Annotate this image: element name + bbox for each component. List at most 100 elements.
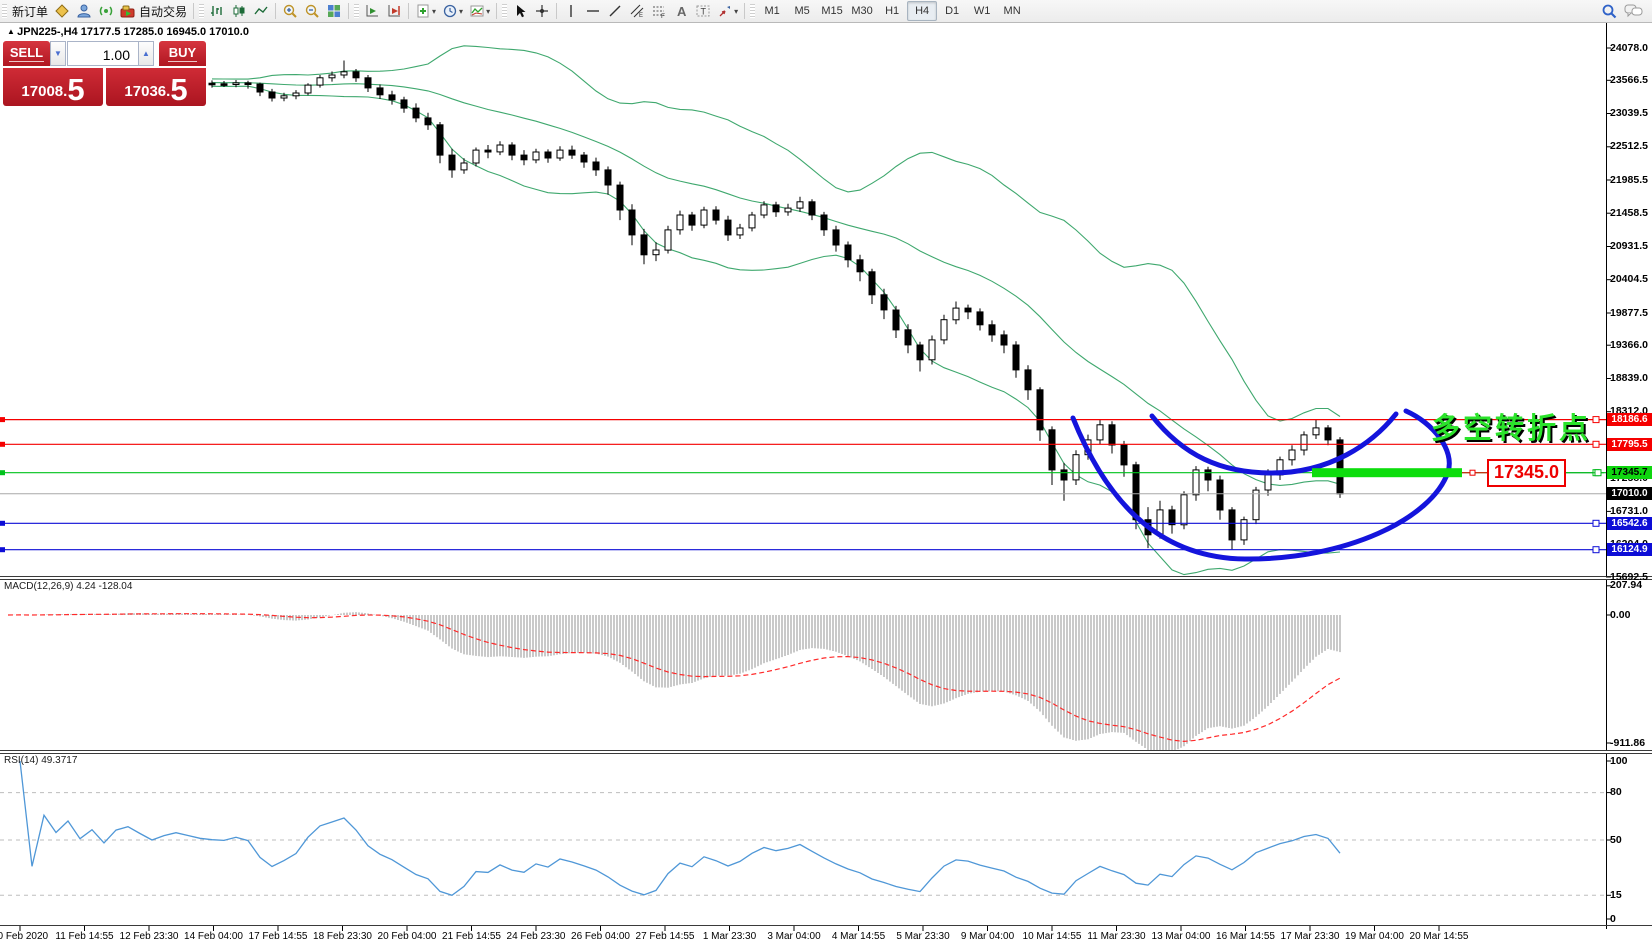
rsi-tick-label: 0 bbox=[1610, 913, 1652, 926]
chevron-down-icon: ▾ bbox=[432, 7, 436, 16]
timeframe-m5[interactable]: M5 bbox=[787, 1, 817, 21]
time-axis-label: 21 Feb 14:55 bbox=[442, 931, 501, 942]
price-tick-label: 19366.0 bbox=[1610, 339, 1652, 352]
level-price-tag[interactable]: 16542.6 bbox=[1607, 517, 1652, 530]
auto-scroll-icon[interactable] bbox=[361, 1, 383, 21]
accounts-icon[interactable] bbox=[73, 1, 95, 21]
timeframe-w1[interactable]: W1 bbox=[967, 1, 997, 21]
level-price-tag[interactable]: 17345.7 bbox=[1607, 466, 1652, 479]
time-axis-label: 16 Mar 14:55 bbox=[1216, 931, 1275, 942]
equidistant-channel-tool[interactable]: E bbox=[626, 1, 648, 21]
line-chart-icon[interactable] bbox=[250, 1, 272, 21]
price-tick-label: 23039.5 bbox=[1610, 107, 1652, 120]
volume-decrease-button[interactable]: ▼ bbox=[50, 41, 66, 66]
level-price-tag[interactable]: 16124.9 bbox=[1607, 543, 1652, 556]
svg-text:E: E bbox=[639, 13, 643, 19]
chat-icon[interactable] bbox=[1621, 1, 1646, 21]
time-axis-label: 10 Mar 14:55 bbox=[1023, 931, 1082, 942]
timeframe-m1[interactable]: M1 bbox=[757, 1, 787, 21]
bar-chart-icon[interactable] bbox=[206, 1, 228, 21]
one-click-trading-panel: SELL ▼ ▲ BUY 17008.5 17036.5 bbox=[3, 41, 206, 106]
time-axis-label: 17 Feb 14:55 bbox=[249, 931, 308, 942]
time-axis-label: 1 Mar 23:30 bbox=[703, 931, 756, 942]
search-icon[interactable] bbox=[1598, 1, 1621, 21]
candlestick-chart-icon[interactable] bbox=[228, 1, 250, 21]
new-order-button[interactable]: 新订单 bbox=[9, 1, 51, 21]
vertical-line-tool[interactable] bbox=[560, 1, 582, 21]
time-axis-label: 13 Mar 04:00 bbox=[1152, 931, 1211, 942]
chart-title: ▲ JPN225-,H4 17177.5 17285.0 16945.0 170… bbox=[7, 26, 249, 38]
auto-trading-icon bbox=[120, 3, 136, 19]
price-tick-label: 21985.5 bbox=[1610, 174, 1652, 187]
price-tick-label: 18839.0 bbox=[1610, 372, 1652, 385]
main-toolbar: 新订单 自动交易 ▾ ▾ ▾ E F A T ▾ M bbox=[0, 0, 1652, 23]
price-callout-box[interactable]: 17345.0 bbox=[1487, 459, 1566, 487]
zoom-in-icon[interactable] bbox=[279, 1, 301, 21]
macd-panel-area[interactable] bbox=[0, 579, 1606, 750]
timeframe-mn[interactable]: MN bbox=[997, 1, 1027, 21]
time-axis-label: 19 Mar 04:00 bbox=[1345, 931, 1404, 942]
rsi-tick-label: 80 bbox=[1610, 786, 1652, 799]
arrows-tool[interactable]: ▾ bbox=[714, 1, 741, 21]
tile-windows-icon[interactable] bbox=[323, 1, 345, 21]
timeframe-d1[interactable]: D1 bbox=[937, 1, 967, 21]
macd-tick-label: 0.00 bbox=[1610, 609, 1652, 622]
time-axis-label: 26 Feb 04:00 bbox=[571, 931, 630, 942]
time-axis-label: 10 Feb 2020 bbox=[0, 931, 48, 942]
svg-text:T: T bbox=[701, 7, 707, 17]
text-label-tool[interactable]: T bbox=[692, 1, 714, 21]
timeframe-m30[interactable]: M30 bbox=[847, 1, 877, 21]
svg-text:F: F bbox=[661, 13, 665, 19]
price-tick-label: 20404.5 bbox=[1610, 273, 1652, 286]
timeframe-h1[interactable]: H1 bbox=[877, 1, 907, 21]
main-chart-area[interactable] bbox=[0, 23, 1606, 576]
symbol-triangle-icon: ▲ bbox=[7, 27, 17, 36]
horizontal-line-tool[interactable] bbox=[582, 1, 604, 21]
buy-price[interactable]: 17036.5 bbox=[106, 68, 206, 106]
level-price-tag[interactable]: 18186.6 bbox=[1607, 413, 1652, 426]
toolbar-grip bbox=[2, 4, 7, 18]
auto-trading-button[interactable]: 自动交易 bbox=[117, 1, 190, 21]
price-tick-label: 21458.5 bbox=[1610, 207, 1652, 220]
sell-price[interactable]: 17008.5 bbox=[3, 68, 103, 106]
level-price-tag[interactable]: 17795.5 bbox=[1607, 438, 1652, 451]
time-axis-label: 20 Mar 14:55 bbox=[1410, 931, 1469, 942]
cursor-tool[interactable] bbox=[509, 1, 531, 21]
signal-icon[interactable] bbox=[95, 1, 117, 21]
text-tool[interactable]: A bbox=[670, 1, 692, 21]
turning-point-annotation: 多空转折点 bbox=[1431, 405, 1591, 447]
periods-button[interactable]: ▾ bbox=[439, 1, 466, 21]
rsi-label: RSI(14) 49.3717 bbox=[4, 755, 77, 766]
time-axis-label: 27 Feb 14:55 bbox=[636, 931, 695, 942]
crosshair-tool[interactable] bbox=[531, 1, 553, 21]
trendline-tool[interactable] bbox=[604, 1, 626, 21]
chart-shift-icon[interactable] bbox=[383, 1, 405, 21]
rsi-tick-label: 100 bbox=[1610, 755, 1652, 768]
sell-button[interactable]: SELL bbox=[3, 41, 50, 66]
macd-tick-label: 207.94 bbox=[1610, 579, 1652, 592]
rsi-panel-area[interactable] bbox=[0, 753, 1606, 925]
chevron-down-icon: ▾ bbox=[459, 7, 463, 16]
buy-button[interactable]: BUY bbox=[159, 41, 206, 66]
current-price-tag: 17010.0 bbox=[1607, 487, 1652, 500]
fibonacci-tool[interactable]: F bbox=[648, 1, 670, 21]
price-tick-label: 22512.5 bbox=[1610, 140, 1652, 153]
time-axis-label: 17 Mar 23:30 bbox=[1281, 931, 1340, 942]
time-axis-label: 20 Feb 04:00 bbox=[378, 931, 437, 942]
price-tick-label: 23566.5 bbox=[1610, 74, 1652, 87]
time-axis-label: 11 Feb 14:55 bbox=[55, 931, 113, 942]
timeframe-h4[interactable]: H4 bbox=[907, 1, 937, 21]
indicators-button[interactable]: ▾ bbox=[466, 1, 493, 21]
svg-text:A: A bbox=[677, 4, 687, 19]
time-axis-label: 14 Feb 04:00 bbox=[184, 931, 243, 942]
volume-input[interactable] bbox=[67, 41, 139, 66]
price-tick-label: 20931.5 bbox=[1610, 240, 1652, 253]
volume-increase-button[interactable]: ▲ bbox=[138, 41, 154, 66]
order-tag-icon[interactable] bbox=[51, 1, 73, 21]
timeframe-m15[interactable]: M15 bbox=[817, 1, 847, 21]
panel-separator bbox=[0, 925, 1652, 926]
macd-label: MACD(12,26,9) 4.24 -128.04 bbox=[4, 581, 132, 592]
new-chart-button[interactable]: ▾ bbox=[412, 1, 439, 21]
timeframe-toolbar: M1M5M15M30H1H4D1W1MN bbox=[757, 1, 1027, 21]
zoom-out-icon[interactable] bbox=[301, 1, 323, 21]
